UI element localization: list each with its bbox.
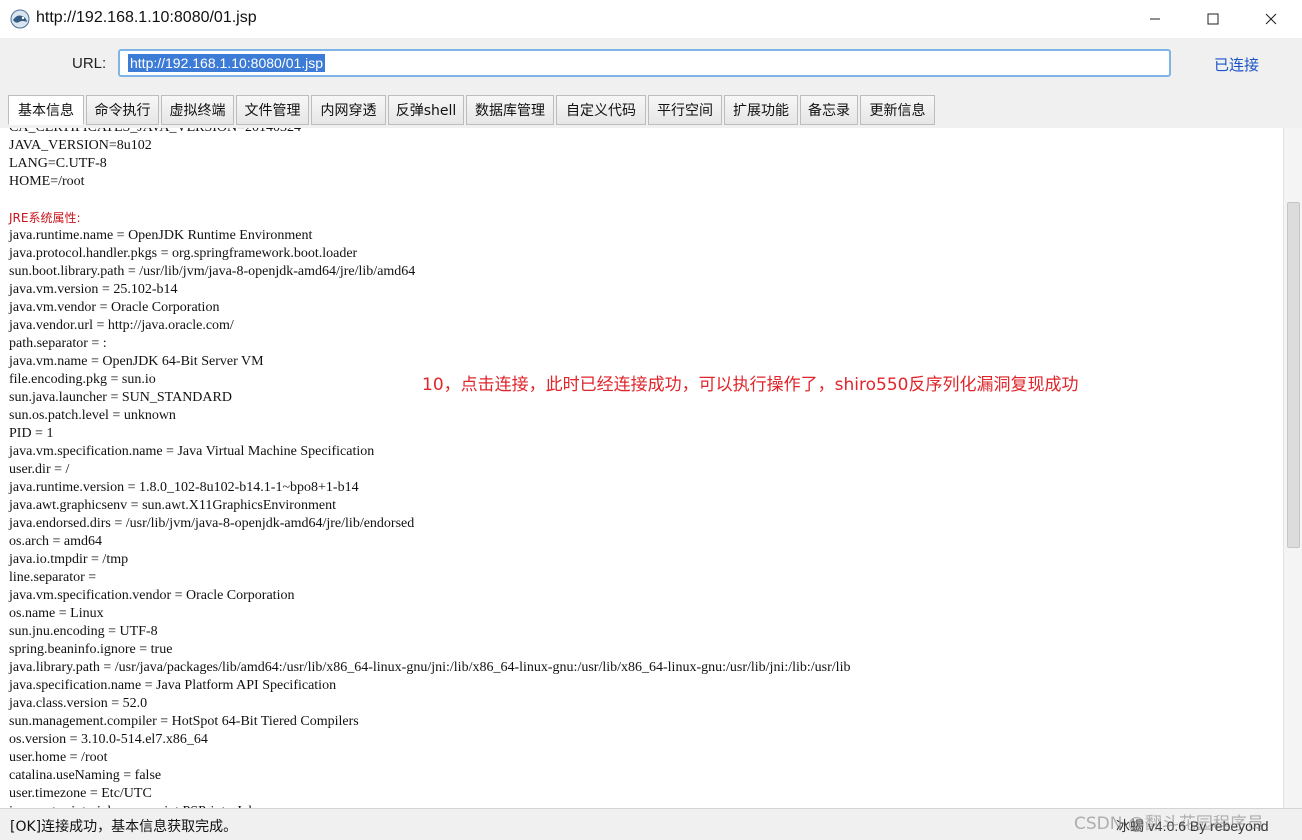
info-line: JAVA_VERSION=8u102	[9, 138, 152, 153]
info-line: java.runtime.name = OpenJDK Runtime Envi…	[9, 228, 313, 243]
tab-virtual-terminal[interactable]: 虚拟终端	[161, 95, 234, 125]
info-line: os.name = Linux	[9, 606, 104, 621]
info-line: java.vm.vendor = Oracle Corporation	[9, 300, 220, 315]
info-line: line.separator =	[9, 570, 97, 585]
info-content[interactable]: CA_CERTIFICATES_JAVA_VERSION=20140324JAV…	[0, 128, 1283, 808]
connect-status-button[interactable]: 已连接	[1214, 54, 1259, 75]
watermark: CSDN @翻斗花园程序员	[1074, 814, 1264, 834]
info-line: java.vm.specification.name = Java Virtua…	[9, 444, 375, 459]
tab-command[interactable]: 命令执行	[86, 95, 159, 125]
info-line: java.awt.graphicsenv = sun.awt.X11Graphi…	[9, 498, 336, 513]
maximize-button[interactable]	[1184, 0, 1242, 38]
info-line: PID = 1	[9, 426, 54, 441]
info-line: path.separator = :	[9, 336, 107, 351]
status-message: [OK]连接成功，基本信息获取完成。	[10, 819, 238, 835]
info-line: java.io.tmpdir = /tmp	[9, 552, 129, 567]
info-line	[9, 191, 850, 209]
info-line: catalina.useNaming = false	[9, 768, 162, 783]
info-line: user.home = /root	[9, 750, 108, 765]
info-line: java.specification.name = Java Platform …	[9, 678, 337, 693]
info-text: CA_CERTIFICATES_JAVA_VERSION=20140324JAV…	[9, 128, 850, 808]
info-line: spring.beaninfo.ignore = true	[9, 642, 173, 657]
title-bar: http://192.168.1.10:8080/01.jsp	[0, 0, 1302, 38]
url-label: URL:	[72, 55, 107, 72]
info-line: sun.jnu.encoding = UTF-8	[9, 624, 158, 639]
minimize-button[interactable]	[1126, 0, 1184, 38]
scrollbar-thumb[interactable]	[1287, 202, 1300, 548]
info-line: CA_CERTIFICATES_JAVA_VERSION=20140324	[9, 128, 850, 137]
tab-extensions[interactable]: 扩展功能	[724, 95, 798, 125]
info-line: java.vm.specification.vendor = Oracle Co…	[9, 588, 295, 603]
url-bar: URL: http://192.168.1.10:8080/01.jsp 已连接	[0, 38, 1302, 92]
section-heading: JRE系统属性:	[9, 211, 81, 225]
info-line: user.timezone = Etc/UTC	[9, 786, 152, 801]
info-line: sun.boot.library.path = /usr/lib/jvm/jav…	[9, 264, 416, 279]
annotation-text: 10，点击连接，此时已经连接成功，可以执行操作了，shiro550反序列化漏洞复…	[422, 375, 1079, 395]
tab-basic-info[interactable]: 基本信息	[8, 95, 84, 125]
info-line: java.vm.version = 25.102-b14	[9, 282, 178, 297]
minimize-icon	[1150, 18, 1160, 20]
app-icon	[10, 9, 30, 29]
info-line: java.vm.name = OpenJDK 64-Bit Server VM	[9, 354, 264, 369]
info-line: sun.os.patch.level = unknown	[9, 408, 176, 423]
tab-bar: 基本信息 命令执行 虚拟终端 文件管理 内网穿透 反弹shell 数据库管理 自…	[0, 92, 1302, 129]
info-line: os.arch = amd64	[9, 534, 103, 549]
info-line: LANG=C.UTF-8	[9, 156, 107, 171]
tab-update-info[interactable]: 更新信息	[860, 95, 935, 125]
window-title: http://192.168.1.10:8080/01.jsp	[36, 9, 257, 26]
info-line: sun.management.compiler = HotSpot 64-Bit…	[9, 714, 359, 729]
info-line: java.class.version = 52.0	[9, 696, 148, 711]
close-icon	[1265, 13, 1277, 25]
vertical-scrollbar[interactable]	[1283, 128, 1302, 808]
tab-memo[interactable]: 备忘录	[800, 95, 858, 125]
info-line: HOME=/root	[9, 174, 85, 189]
tab-file-manager[interactable]: 文件管理	[236, 95, 309, 125]
info-line: java.protocol.handler.pkgs = org.springf…	[9, 246, 358, 261]
info-line: java.endorsed.dirs = /usr/lib/jvm/java-8…	[9, 516, 415, 531]
url-input[interactable]: http://192.168.1.10:8080/01.jsp	[118, 49, 1171, 77]
info-line: java.runtime.version = 1.8.0_102-8u102-b…	[9, 480, 359, 495]
url-value: http://192.168.1.10:8080/01.jsp	[128, 54, 326, 72]
info-line: java.library.path = /usr/java/packages/l…	[9, 660, 851, 675]
info-line: os.version = 3.10.0-514.el7.x86_64	[9, 732, 208, 747]
info-line: java.vendor.url = http://java.oracle.com…	[9, 318, 234, 333]
tab-reverse-shell[interactable]: 反弹shell	[388, 95, 464, 125]
tab-database[interactable]: 数据库管理	[466, 95, 554, 125]
close-button[interactable]	[1242, 0, 1300, 38]
tab-custom-code[interactable]: 自定义代码	[556, 95, 646, 125]
info-line: user.dir = /	[9, 462, 70, 477]
maximize-icon	[1207, 13, 1219, 25]
tab-parallel-space[interactable]: 平行空间	[648, 95, 722, 125]
tab-intranet-tunnel[interactable]: 内网穿透	[311, 95, 386, 125]
